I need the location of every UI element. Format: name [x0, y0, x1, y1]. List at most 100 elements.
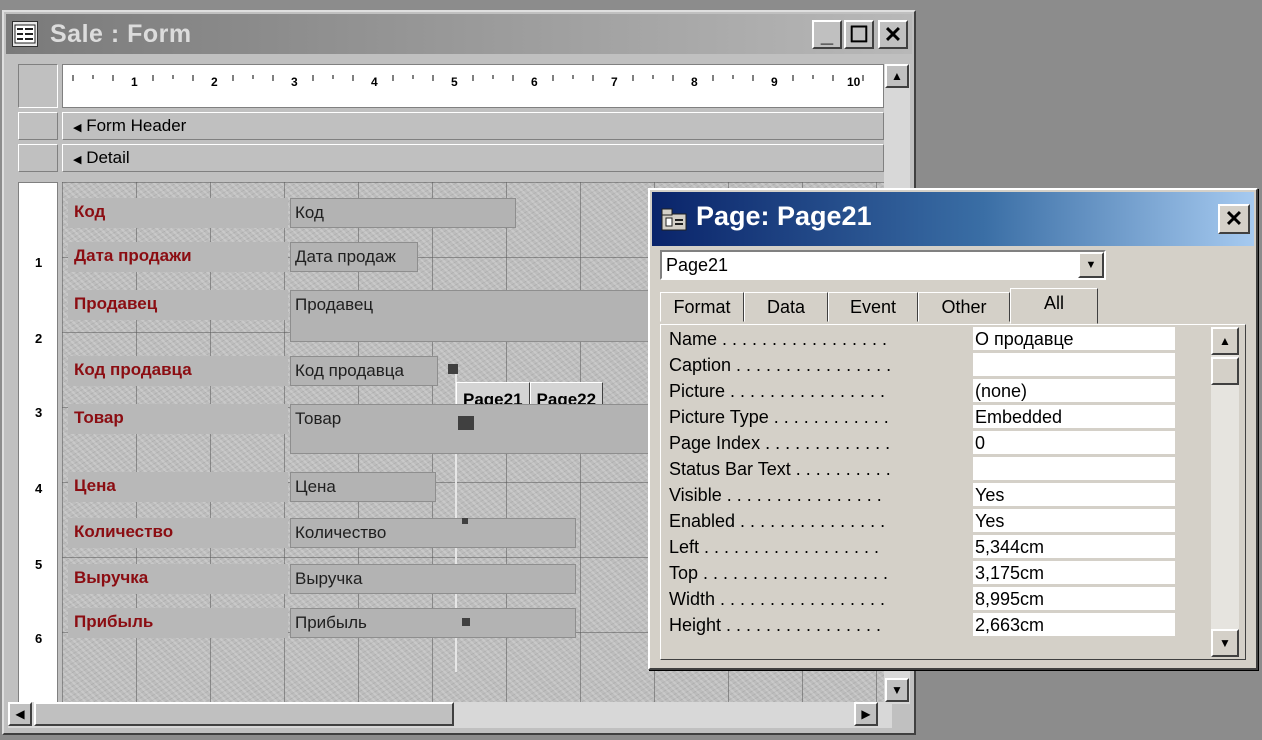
- horizontal-ruler[interactable]: 1 2 3 4 5 6 7 8 9 10: [62, 64, 884, 108]
- label-revenue[interactable]: Выручка: [68, 564, 288, 594]
- label-kod[interactable]: Код: [68, 198, 288, 228]
- property-sheet-window[interactable]: Page: Page21 ✕ Page21 ▼ Format Data Even…: [648, 188, 1258, 670]
- property-value-caption[interactable]: [973, 353, 1175, 377]
- property-row[interactable]: Name . . . . . . . . . . . . . . . . . О…: [661, 327, 1181, 351]
- property-name: Visible . . . . . . . . . . . . . . . .: [669, 485, 882, 505]
- field-price[interactable]: Цена: [290, 472, 436, 502]
- form-horizontal-scrollbar[interactable]: ◀ ▶: [8, 702, 892, 728]
- property-row[interactable]: Width . . . . . . . . . . . . . . . . . …: [661, 587, 1181, 611]
- ruler-number: 3: [35, 405, 43, 420]
- ruler-number: 3: [291, 75, 298, 89]
- ruler-number: 1: [131, 75, 138, 89]
- scroll-down-button[interactable]: ▼: [885, 678, 909, 702]
- field-seller-code[interactable]: Код продавца: [290, 356, 438, 386]
- ruler-corner-selector[interactable]: [18, 64, 58, 108]
- maximize-icon: ☐: [849, 21, 869, 47]
- label-quantity[interactable]: Количество: [68, 518, 288, 548]
- close-icon: ✕: [1224, 206, 1244, 231]
- property-sheet-close-button[interactable]: ✕: [1218, 204, 1250, 234]
- close-button[interactable]: ✕: [878, 20, 908, 49]
- horizontal-scroll-thumb[interactable]: [34, 702, 454, 726]
- selection-handle[interactable]: [458, 416, 474, 430]
- close-icon: ✕: [883, 21, 903, 47]
- detail-section-bar[interactable]: ◀ Detail: [62, 144, 884, 172]
- header-section-selector[interactable]: [18, 112, 58, 140]
- label-sale-date[interactable]: Дата продажи: [68, 242, 288, 272]
- property-value-width[interactable]: 8,995cm: [973, 587, 1175, 611]
- property-sheet-title: Page: Page21: [696, 201, 872, 231]
- property-grid-scrollbar[interactable]: ▲ ▼: [1211, 327, 1239, 657]
- property-name: Left . . . . . . . . . . . . . . . . . .: [669, 537, 880, 557]
- property-grid[interactable]: Name . . . . . . . . . . . . . . . . . О…: [660, 324, 1246, 660]
- property-row[interactable]: Visible . . . . . . . . . . . . . . . . …: [661, 483, 1181, 507]
- selection-handle[interactable]: [462, 618, 470, 626]
- field-sale-date[interactable]: Дата продаж: [290, 242, 418, 272]
- scroll-up-icon: ▲: [891, 69, 903, 83]
- property-row[interactable]: Left . . . . . . . . . . . . . . . . . .…: [661, 535, 1181, 559]
- maximize-button[interactable]: ☐: [844, 20, 874, 49]
- field-kod[interactable]: Код: [290, 198, 516, 228]
- property-sheet-title-bar[interactable]: Page: Page21 ✕: [652, 192, 1254, 246]
- property-row[interactable]: Picture Type . . . . . . . . . . . . Emb…: [661, 405, 1181, 429]
- property-row[interactable]: Top . . . . . . . . . . . . . . . . . . …: [661, 561, 1181, 585]
- scroll-up-button[interactable]: ▲: [1211, 327, 1239, 355]
- selection-handle[interactable]: [448, 364, 458, 374]
- form-header-label: Form Header: [86, 116, 187, 135]
- tab-all[interactable]: All: [1010, 288, 1098, 324]
- field-revenue[interactable]: Выручка: [290, 564, 576, 594]
- property-value-picture-type[interactable]: Embedded: [973, 405, 1175, 429]
- ruler-number: 5: [451, 75, 458, 89]
- property-value-picture[interactable]: (none): [973, 379, 1175, 403]
- property-name: Top . . . . . . . . . . . . . . . . . . …: [669, 563, 889, 583]
- scroll-right-button[interactable]: ▶: [854, 702, 878, 726]
- ruler-number: 10: [847, 75, 861, 89]
- property-value-top[interactable]: 3,175cm: [973, 561, 1175, 585]
- property-value-visible[interactable]: Yes: [973, 483, 1175, 507]
- property-row[interactable]: Status Bar Text . . . . . . . . . .: [661, 457, 1181, 481]
- scroll-up-button[interactable]: ▲: [885, 64, 909, 88]
- property-row[interactable]: Caption . . . . . . . . . . . . . . . .: [661, 353, 1181, 377]
- tab-other[interactable]: Other: [918, 292, 1010, 322]
- property-name: Caption . . . . . . . . . . . . . . . .: [669, 355, 892, 375]
- property-name: Page Index . . . . . . . . . . . . .: [669, 433, 891, 453]
- label-seller-code[interactable]: Код продавца: [68, 356, 288, 386]
- property-name: Width . . . . . . . . . . . . . . . . .: [669, 589, 886, 609]
- property-row[interactable]: Enabled . . . . . . . . . . . . . . . Ye…: [661, 509, 1181, 533]
- property-name: Name . . . . . . . . . . . . . . . . .: [669, 329, 888, 349]
- object-selector-dropdown[interactable]: Page21 ▼: [660, 250, 1106, 280]
- property-name: Picture Type . . . . . . . . . . . .: [669, 407, 889, 427]
- scroll-left-button[interactable]: ◀: [8, 702, 32, 726]
- property-value-left[interactable]: 5,344cm: [973, 535, 1175, 559]
- field-seller[interactable]: Продавец: [290, 290, 650, 342]
- form-title-bar[interactable]: Sale : Form _ ☐ ✕: [6, 14, 912, 54]
- property-value-status-bar-text[interactable]: [973, 457, 1175, 481]
- detail-section-selector[interactable]: [18, 144, 58, 172]
- tab-format[interactable]: Format: [660, 292, 744, 322]
- dropdown-arrow-icon[interactable]: ▼: [1078, 252, 1104, 278]
- ruler-number: 9: [771, 75, 778, 89]
- property-value-name[interactable]: О продавце: [973, 327, 1175, 351]
- property-value-height[interactable]: 2,663cm: [973, 613, 1175, 637]
- form-header-section-bar[interactable]: ◀ Form Header: [62, 112, 884, 140]
- label-seller[interactable]: Продавец: [68, 290, 288, 320]
- field-profit[interactable]: Прибыль: [290, 608, 576, 638]
- selection-handle[interactable]: [462, 518, 468, 524]
- property-value-page-index[interactable]: 0: [973, 431, 1175, 455]
- ruler-number: 2: [211, 75, 218, 89]
- property-row[interactable]: Picture . . . . . . . . . . . . . . . . …: [661, 379, 1181, 403]
- form-window-title: Sale : Form: [50, 20, 192, 48]
- tab-data[interactable]: Data: [744, 292, 828, 322]
- minimize-button[interactable]: _: [812, 20, 842, 49]
- scroll-down-button[interactable]: ▼: [1211, 629, 1239, 657]
- label-profit[interactable]: Прибыль: [68, 608, 288, 638]
- property-row[interactable]: Height . . . . . . . . . . . . . . . . 2…: [661, 613, 1181, 637]
- property-value-enabled[interactable]: Yes: [973, 509, 1175, 533]
- field-quantity[interactable]: Количество: [290, 518, 576, 548]
- property-row[interactable]: Page Index . . . . . . . . . . . . . 0: [661, 431, 1181, 455]
- label-price[interactable]: Цена: [68, 472, 288, 502]
- tab-event[interactable]: Event: [828, 292, 918, 322]
- label-product[interactable]: Товар: [68, 404, 288, 434]
- vertical-ruler[interactable]: 1 2 3 4 5 6: [18, 182, 58, 708]
- property-scroll-thumb[interactable]: [1211, 357, 1239, 385]
- form-view-icon: [12, 21, 38, 47]
